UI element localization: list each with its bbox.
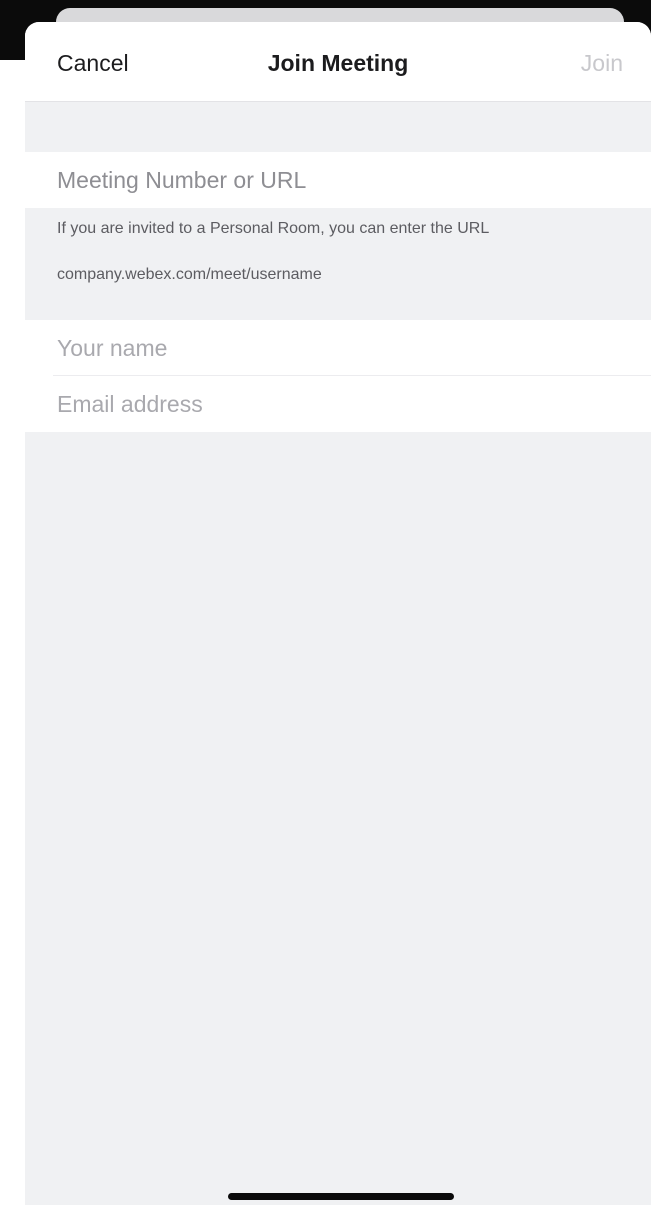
name-input[interactable] xyxy=(57,320,637,376)
screen: Cancel Join Meeting Join If you are invi… xyxy=(0,0,651,1205)
page-title: Join Meeting xyxy=(267,50,409,76)
home-indicator[interactable] xyxy=(228,1193,454,1200)
identity-fields xyxy=(25,320,651,432)
hint-text: If you are invited to a Personal Room, y… xyxy=(57,220,490,237)
join-meeting-sheet: Cancel Join Meeting Join If you are invi… xyxy=(25,22,651,1205)
navigation-bar: Cancel Join Meeting Join xyxy=(25,22,651,102)
email-row xyxy=(25,376,651,432)
name-row xyxy=(25,320,651,376)
meeting-number-row xyxy=(25,152,651,208)
hint-url-example: company.webex.com/meet/username xyxy=(57,266,322,283)
meeting-number-input[interactable] xyxy=(57,152,637,208)
email-input[interactable] xyxy=(57,376,637,432)
join-button[interactable]: Join xyxy=(581,50,623,77)
